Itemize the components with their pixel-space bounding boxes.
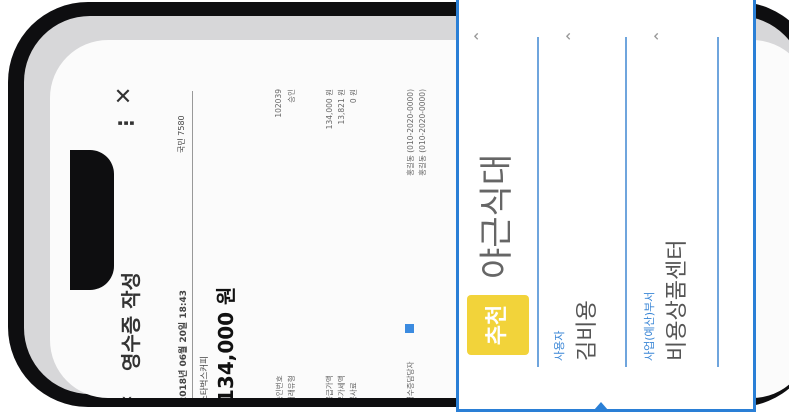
info-badge-icon bbox=[405, 324, 414, 333]
divider bbox=[192, 91, 193, 398]
register-line: 홍길동 (010-2020-0000) bbox=[418, 89, 427, 176]
back-icon[interactable]: ‹ bbox=[114, 395, 138, 398]
detail-value: 134,000 원 bbox=[325, 89, 334, 130]
detail-label: 거래유형 bbox=[287, 375, 296, 398]
register-label: 영수증담당자 bbox=[406, 361, 415, 398]
total-amount: 134,000 원 bbox=[214, 286, 238, 398]
dept-name: 비용상품센터 bbox=[665, 239, 690, 361]
detail-label: 부가세액 bbox=[337, 375, 346, 398]
divider bbox=[537, 37, 539, 367]
divider bbox=[717, 37, 719, 367]
detail-value: 13,821 원 bbox=[337, 89, 346, 125]
more-icon[interactable]: ⋮ bbox=[114, 113, 138, 133]
merchant-name: 스타벅스커피 bbox=[200, 356, 210, 398]
expense-type-dropdown[interactable]: 추천 야근식대 ⌃ 사용자 김비용 ⌃ 사업(예산)부서 비용상품센터 ⌃ bbox=[456, 0, 756, 412]
detail-value: 승인 bbox=[287, 89, 296, 103]
detail-label: 승인번호 bbox=[275, 375, 284, 398]
receipt-date: 2018년 06월 20일 18:43 bbox=[179, 290, 189, 398]
page-title: 영수증 작성 bbox=[119, 272, 143, 371]
card-info: 국민 7580 bbox=[177, 115, 186, 153]
detail-value: 0 원 bbox=[349, 89, 358, 104]
app-bar: ‹ 영수증 작성 ⋮ ✕ bbox=[104, 75, 150, 398]
close-icon[interactable]: ✕ bbox=[112, 87, 137, 105]
expense-type-title: 야근식대 bbox=[477, 153, 517, 279]
pointer-icon bbox=[594, 402, 608, 410]
user-name: 김비용 bbox=[575, 300, 600, 361]
chevron-up-icon[interactable]: ⌃ bbox=[563, 30, 582, 43]
detail-label: 봉사료 bbox=[349, 382, 358, 398]
stage: ‹ 영수증 작성 ⋮ ✕ 2018년 06월 20일 18:43 국민 7580… bbox=[0, 0, 789, 416]
recommend-badge: 추천 bbox=[467, 295, 529, 355]
divider bbox=[625, 37, 627, 367]
register-line: 홍길동 (010-2020-0000) bbox=[406, 89, 415, 176]
dept-label: 사업(예산)부서 bbox=[643, 291, 656, 361]
chevron-up-icon[interactable]: ⌃ bbox=[651, 30, 670, 43]
detail-label: 공급가액 bbox=[325, 375, 334, 398]
user-label: 사용자 bbox=[553, 330, 566, 361]
dropdown-content: 추천 야근식대 ⌃ 사용자 김비용 ⌃ 사업(예산)부서 비용상품센터 ⌃ bbox=[459, 0, 747, 407]
chevron-up-icon[interactable]: ⌃ bbox=[471, 30, 490, 43]
detail-value: 102039 bbox=[274, 89, 283, 118]
